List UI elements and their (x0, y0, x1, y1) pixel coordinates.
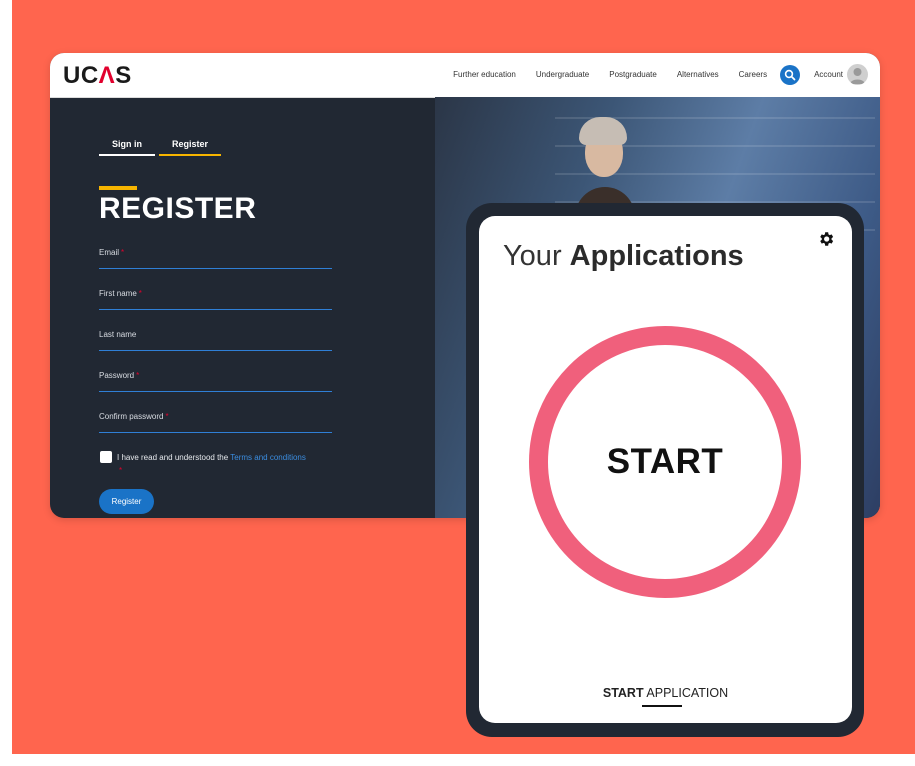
title-accent-bar (99, 186, 137, 190)
terms-checkbox[interactable] (100, 451, 112, 463)
nav-item-alternatives[interactable]: Alternatives (677, 70, 719, 79)
nav-item-undergraduate[interactable]: Undergraduate (536, 70, 589, 79)
password-field[interactable]: Password * (99, 371, 332, 392)
confirm-password-field[interactable]: Confirm password * (99, 412, 332, 433)
ucas-logo[interactable]: UCΛS (63, 62, 132, 90)
nav-item-postgraduate[interactable]: Postgraduate (609, 70, 657, 79)
register-button[interactable]: Register (99, 489, 154, 514)
tab-start-application[interactable]: START APPLICATION (479, 686, 852, 700)
nav-item-further-education[interactable]: Further education (453, 70, 516, 79)
tab-sign-in[interactable]: Sign in (99, 139, 155, 156)
nav-item-careers[interactable]: Careers (739, 70, 767, 79)
main-nav: Further education Undergraduate Postgrad… (433, 64, 868, 85)
site-header: UCΛS Further education Undergraduate Pos… (50, 53, 880, 98)
search-icon (784, 69, 796, 80)
email-field[interactable]: Email * (99, 248, 332, 269)
start-label[interactable]: START (529, 326, 801, 598)
first-name-field[interactable]: First name * (99, 289, 332, 310)
terms-link[interactable]: Terms and conditions (230, 453, 306, 462)
search-button[interactable] (780, 64, 801, 85)
phone-device: Your Applications START START APPLICATIO… (466, 203, 864, 737)
account-link[interactable]: Account (814, 70, 843, 79)
app-title: Your Applications (503, 240, 744, 272)
user-avatar-icon[interactable] (847, 64, 868, 85)
page-title: REGISTER (99, 192, 257, 225)
gear-icon[interactable] (817, 230, 835, 248)
terms-label: I have read and understood the Terms and… (117, 453, 306, 475)
auth-tabs: Sign in Register (99, 139, 222, 156)
last-name-field[interactable]: Last name (99, 330, 332, 351)
tab-register[interactable]: Register (159, 139, 222, 156)
active-tab-indicator (642, 705, 682, 707)
phone-screen: Your Applications START START APPLICATIO… (479, 216, 852, 723)
